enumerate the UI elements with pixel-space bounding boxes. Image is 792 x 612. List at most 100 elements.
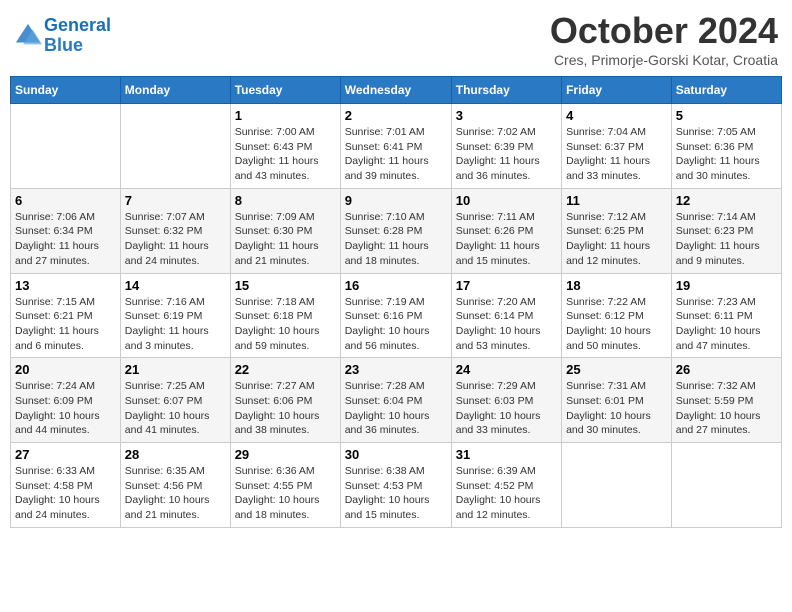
calendar-cell: 13 Sunrise: 7:15 AMSunset: 6:21 PMDayligh… [11, 273, 121, 358]
calendar-cell: 11 Sunrise: 7:12 AMSunset: 6:25 PMDayligh… [562, 188, 672, 273]
calendar-cell: 23 Sunrise: 7:28 AMSunset: 6:04 PMDayligh… [340, 358, 451, 443]
calendar-cell: 29Sunrise: 6:36 AMSunset: 4:55 PMDayligh… [230, 443, 340, 528]
day-number: 5 [676, 108, 777, 123]
day-number: 7 [125, 193, 226, 208]
day-number: 15 [235, 278, 336, 293]
day-info: Sunrise: 7:31 AMSunset: 6:01 PMDaylight:… [566, 379, 667, 438]
day-number: 17 [456, 278, 557, 293]
day-number: 1 [235, 108, 336, 123]
calendar-cell: 5 Sunrise: 7:05 AMSunset: 6:36 PMDaylight… [671, 104, 781, 189]
day-header-wednesday: Wednesday [340, 77, 451, 104]
day-info: Sunrise: 7:23 AMSunset: 6:11 PMDaylight:… [676, 295, 777, 354]
calendar-cell: 20Sunrise: 7:24 AMSunset: 6:09 PMDayligh… [11, 358, 121, 443]
month-title: October 2024 [550, 10, 778, 52]
calendar-cell [562, 443, 672, 528]
day-header-friday: Friday [562, 77, 672, 104]
day-number: 2 [345, 108, 447, 123]
day-number: 14 [125, 278, 226, 293]
calendar-cell: 31 Sunrise: 6:39 AMSunset: 4:52 PMDayligh… [451, 443, 561, 528]
day-info: Sunrise: 7:29 AMSunset: 6:03 PMDaylight:… [456, 379, 557, 438]
day-number: 22 [235, 362, 336, 377]
day-number: 31 [456, 447, 557, 462]
day-number: 28 [125, 447, 226, 462]
day-number: 24 [456, 362, 557, 377]
calendar-cell: 9 Sunrise: 7:10 AMSunset: 6:28 PMDaylight… [340, 188, 451, 273]
day-info: Sunrise: 7:05 AMSunset: 6:36 PMDaylight:… [676, 125, 777, 184]
day-header-tuesday: Tuesday [230, 77, 340, 104]
calendar-cell: 2 Sunrise: 7:01 AMSunset: 6:41 PMDaylight… [340, 104, 451, 189]
calendar-cell: 4Sunrise: 7:04 AMSunset: 6:37 PMDaylight… [562, 104, 672, 189]
day-info: Sunrise: 7:07 AMSunset: 6:32 PMDaylight:… [125, 210, 226, 269]
day-info: Sunrise: 6:39 AMSunset: 4:52 PMDaylight:… [456, 464, 557, 523]
calendar-cell: 17 Sunrise: 7:20 AMSunset: 6:14 PMDayligh… [451, 273, 561, 358]
day-number: 11 [566, 193, 667, 208]
day-number: 13 [15, 278, 116, 293]
day-header-monday: Monday [120, 77, 230, 104]
day-info: Sunrise: 6:35 AMSunset: 4:56 PMDaylight:… [125, 464, 226, 523]
calendar-cell: 21Sunrise: 7:25 AMSunset: 6:07 PMDayligh… [120, 358, 230, 443]
calendar-cell: 12Sunrise: 7:14 AMSunset: 6:23 PMDayligh… [671, 188, 781, 273]
day-number: 26 [676, 362, 777, 377]
day-info: Sunrise: 6:36 AMSunset: 4:55 PMDaylight:… [235, 464, 336, 523]
day-number: 9 [345, 193, 447, 208]
calendar-cell: 28 Sunrise: 6:35 AMSunset: 4:56 PMDayligh… [120, 443, 230, 528]
day-number: 12 [676, 193, 777, 208]
day-number: 27 [15, 447, 116, 462]
calendar-body: 1 Sunrise: 7:00 AMSunset: 6:43 PMDaylight… [11, 104, 782, 528]
logo-general: General [44, 15, 111, 35]
day-info: Sunrise: 7:12 AMSunset: 6:25 PMDaylight:… [566, 210, 667, 269]
calendar-cell: 10 Sunrise: 7:11 AMSunset: 6:26 PMDayligh… [451, 188, 561, 273]
day-number: 4 [566, 108, 667, 123]
calendar-week-2: 6 Sunrise: 7:06 AMSunset: 6:34 PMDaylight… [11, 188, 782, 273]
title-area: October 2024 Cres, Primorje-Gorski Kotar… [550, 10, 778, 68]
calendar-week-3: 13 Sunrise: 7:15 AMSunset: 6:21 PMDayligh… [11, 273, 782, 358]
calendar-cell [120, 104, 230, 189]
calendar-cell: 27Sunrise: 6:33 AMSunset: 4:58 PMDayligh… [11, 443, 121, 528]
day-info: Sunrise: 7:02 AMSunset: 6:39 PMDaylight:… [456, 125, 557, 184]
day-info: Sunrise: 7:09 AMSunset: 6:30 PMDaylight:… [235, 210, 336, 269]
day-header-thursday: Thursday [451, 77, 561, 104]
day-number: 3 [456, 108, 557, 123]
calendar-week-5: 27Sunrise: 6:33 AMSunset: 4:58 PMDayligh… [11, 443, 782, 528]
day-info: Sunrise: 7:32 AMSunset: 5:59 PMDaylight:… [676, 379, 777, 438]
day-info: Sunrise: 7:28 AMSunset: 6:04 PMDaylight:… [345, 379, 447, 438]
calendar-cell: 24 Sunrise: 7:29 AMSunset: 6:03 PMDayligh… [451, 358, 561, 443]
day-number: 10 [456, 193, 557, 208]
day-info: Sunrise: 7:18 AMSunset: 6:18 PMDaylight:… [235, 295, 336, 354]
day-number: 16 [345, 278, 447, 293]
calendar-cell: 22 Sunrise: 7:27 AMSunset: 6:06 PMDayligh… [230, 358, 340, 443]
calendar-cell [11, 104, 121, 189]
logo-blue: Blue [44, 35, 83, 55]
calendar-cell: 30Sunrise: 6:38 AMSunset: 4:53 PMDayligh… [340, 443, 451, 528]
calendar-cell [671, 443, 781, 528]
day-info: Sunrise: 7:06 AMSunset: 6:34 PMDaylight:… [15, 210, 116, 269]
page-header: General Blue October 2024 Cres, Primorje… [10, 10, 782, 68]
day-info: Sunrise: 7:11 AMSunset: 6:26 PMDaylight:… [456, 210, 557, 269]
calendar-cell: 14 Sunrise: 7:16 AMSunset: 6:19 PMDayligh… [120, 273, 230, 358]
day-info: Sunrise: 7:27 AMSunset: 6:06 PMDaylight:… [235, 379, 336, 438]
day-info: Sunrise: 7:19 AMSunset: 6:16 PMDaylight:… [345, 295, 447, 354]
logo: General Blue [14, 16, 111, 56]
calendar-cell: 3 Sunrise: 7:02 AMSunset: 6:39 PMDaylight… [451, 104, 561, 189]
day-info: Sunrise: 7:01 AMSunset: 6:41 PMDaylight:… [345, 125, 447, 184]
day-info: Sunrise: 7:22 AMSunset: 6:12 PMDaylight:… [566, 295, 667, 354]
calendar-cell: 1 Sunrise: 7:00 AMSunset: 6:43 PMDaylight… [230, 104, 340, 189]
calendar-cell: 18 Sunrise: 7:22 AMSunset: 6:12 PMDayligh… [562, 273, 672, 358]
day-number: 25 [566, 362, 667, 377]
day-info: Sunrise: 7:20 AMSunset: 6:14 PMDaylight:… [456, 295, 557, 354]
day-info: Sunrise: 7:15 AMSunset: 6:21 PMDaylight:… [15, 295, 116, 354]
day-info: Sunrise: 7:00 AMSunset: 6:43 PMDaylight:… [235, 125, 336, 184]
day-number: 18 [566, 278, 667, 293]
day-number: 23 [345, 362, 447, 377]
day-number: 6 [15, 193, 116, 208]
calendar-cell: 15 Sunrise: 7:18 AMSunset: 6:18 PMDayligh… [230, 273, 340, 358]
header-row: SundayMondayTuesdayWednesdayThursdayFrid… [11, 77, 782, 104]
day-info: Sunrise: 7:10 AMSunset: 6:28 PMDaylight:… [345, 210, 447, 269]
calendar-cell: 19 Sunrise: 7:23 AMSunset: 6:11 PMDayligh… [671, 273, 781, 358]
day-header-saturday: Saturday [671, 77, 781, 104]
day-info: Sunrise: 7:25 AMSunset: 6:07 PMDaylight:… [125, 379, 226, 438]
day-info: Sunrise: 7:16 AMSunset: 6:19 PMDaylight:… [125, 295, 226, 354]
day-info: Sunrise: 7:24 AMSunset: 6:09 PMDaylight:… [15, 379, 116, 438]
day-number: 19 [676, 278, 777, 293]
calendar-cell: 6 Sunrise: 7:06 AMSunset: 6:34 PMDaylight… [11, 188, 121, 273]
